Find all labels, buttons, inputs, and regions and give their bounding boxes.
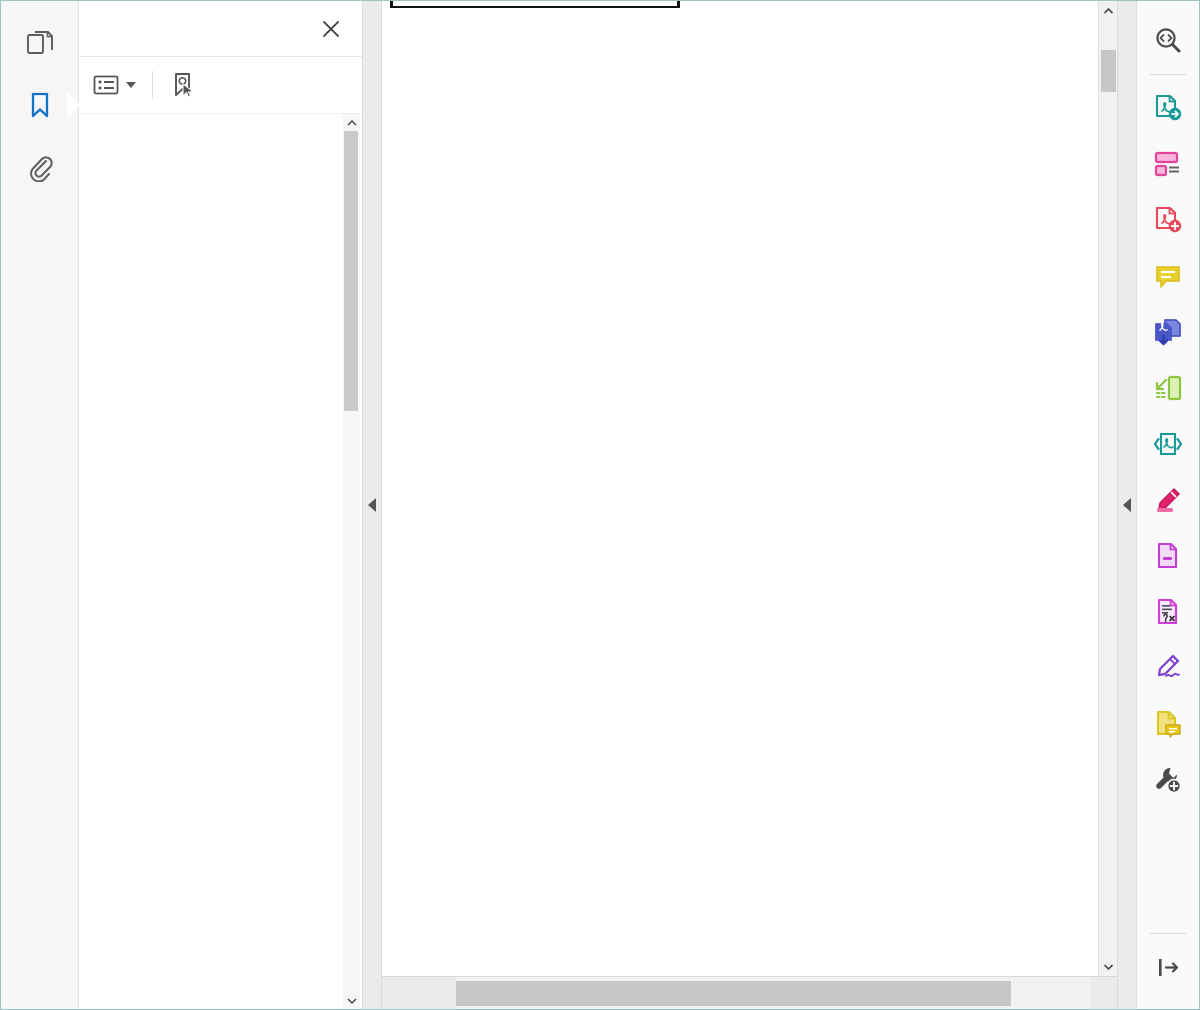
attachments-icon[interactable] [14, 141, 66, 193]
bookmarks-toolbar [79, 57, 362, 114]
scroll-up-icon[interactable] [343, 114, 360, 131]
bookmark-options-button[interactable] [93, 69, 136, 101]
highlight-text-icon[interactable] [1143, 472, 1193, 528]
search-text-icon[interactable] [1143, 13, 1193, 69]
collapse-left-panel-handle[interactable] [363, 1, 382, 1009]
scrollbar-thumb[interactable] [456, 981, 1011, 1006]
document-vertical-scrollbar[interactable] [1098, 1, 1117, 976]
scroll-up-icon[interactable] [1099, 1, 1118, 20]
section-title [382, 13, 1098, 37]
scrollbar-track[interactable] [343, 131, 360, 992]
left-navigation-rail [1, 1, 79, 1009]
page-thumbnails-icon[interactable] [14, 17, 66, 69]
document-scroll-area [382, 1, 1117, 976]
organize-pages-icon[interactable] [1143, 136, 1193, 192]
scroll-left-icon[interactable] [430, 977, 456, 1009]
redact-page-icon[interactable] [1143, 528, 1193, 584]
tools-rail [1136, 1, 1199, 1009]
bookmarks-panel [79, 1, 363, 1009]
fill-and-sign-icon[interactable] [1143, 640, 1193, 696]
previous-figure-stub [382, 1, 1098, 13]
crop-page-icon[interactable] [1143, 360, 1193, 416]
scroll-down-icon[interactable] [343, 992, 360, 1009]
pdf-reader-window [0, 0, 1200, 1010]
rail-divider [1150, 74, 1186, 75]
chevron-down-icon [126, 82, 136, 88]
add-sticky-note-icon[interactable] [1143, 696, 1193, 752]
bookmarks-panel-header [79, 1, 362, 57]
scrollbar-track[interactable] [1099, 20, 1118, 957]
collapse-right-panel-handle[interactable] [1117, 1, 1136, 1009]
compress-pdf-icon[interactable] [1143, 416, 1193, 472]
import-pdf-icon[interactable] [1143, 304, 1193, 360]
comment-icon[interactable] [1143, 248, 1193, 304]
bookmarks-icon[interactable] [14, 79, 66, 131]
more-tools-icon[interactable] [1143, 752, 1193, 808]
triangle-left-icon [368, 498, 376, 512]
create-pdf-icon[interactable] [1143, 192, 1193, 248]
document-horizontal-scrollbar[interactable] [430, 977, 1117, 1009]
collapse-panel-icon[interactable] [1143, 939, 1193, 995]
status-bar [382, 976, 1117, 1009]
scrollbar-thumb[interactable] [1100, 50, 1116, 92]
scrollbar-thumb[interactable] [344, 131, 358, 411]
rail-divider [1150, 933, 1186, 934]
scroll-right-icon[interactable] [1091, 977, 1117, 1009]
pdf-page [382, 1, 1098, 976]
remove-sensitive-icon[interactable] [1143, 584, 1193, 640]
triangle-left-icon [1123, 498, 1131, 512]
toolbar-divider [152, 71, 153, 99]
document-viewer [382, 1, 1117, 1009]
scroll-down-icon[interactable] [1099, 957, 1118, 976]
close-icon[interactable] [316, 14, 346, 44]
scrollbar-track[interactable] [456, 977, 1091, 1009]
bookmark-tree-scrollbar[interactable] [343, 114, 360, 1009]
bookmark-tree[interactable] [79, 114, 362, 1009]
export-pdf-icon[interactable] [1143, 80, 1193, 136]
new-bookmark-button[interactable] [169, 69, 197, 101]
